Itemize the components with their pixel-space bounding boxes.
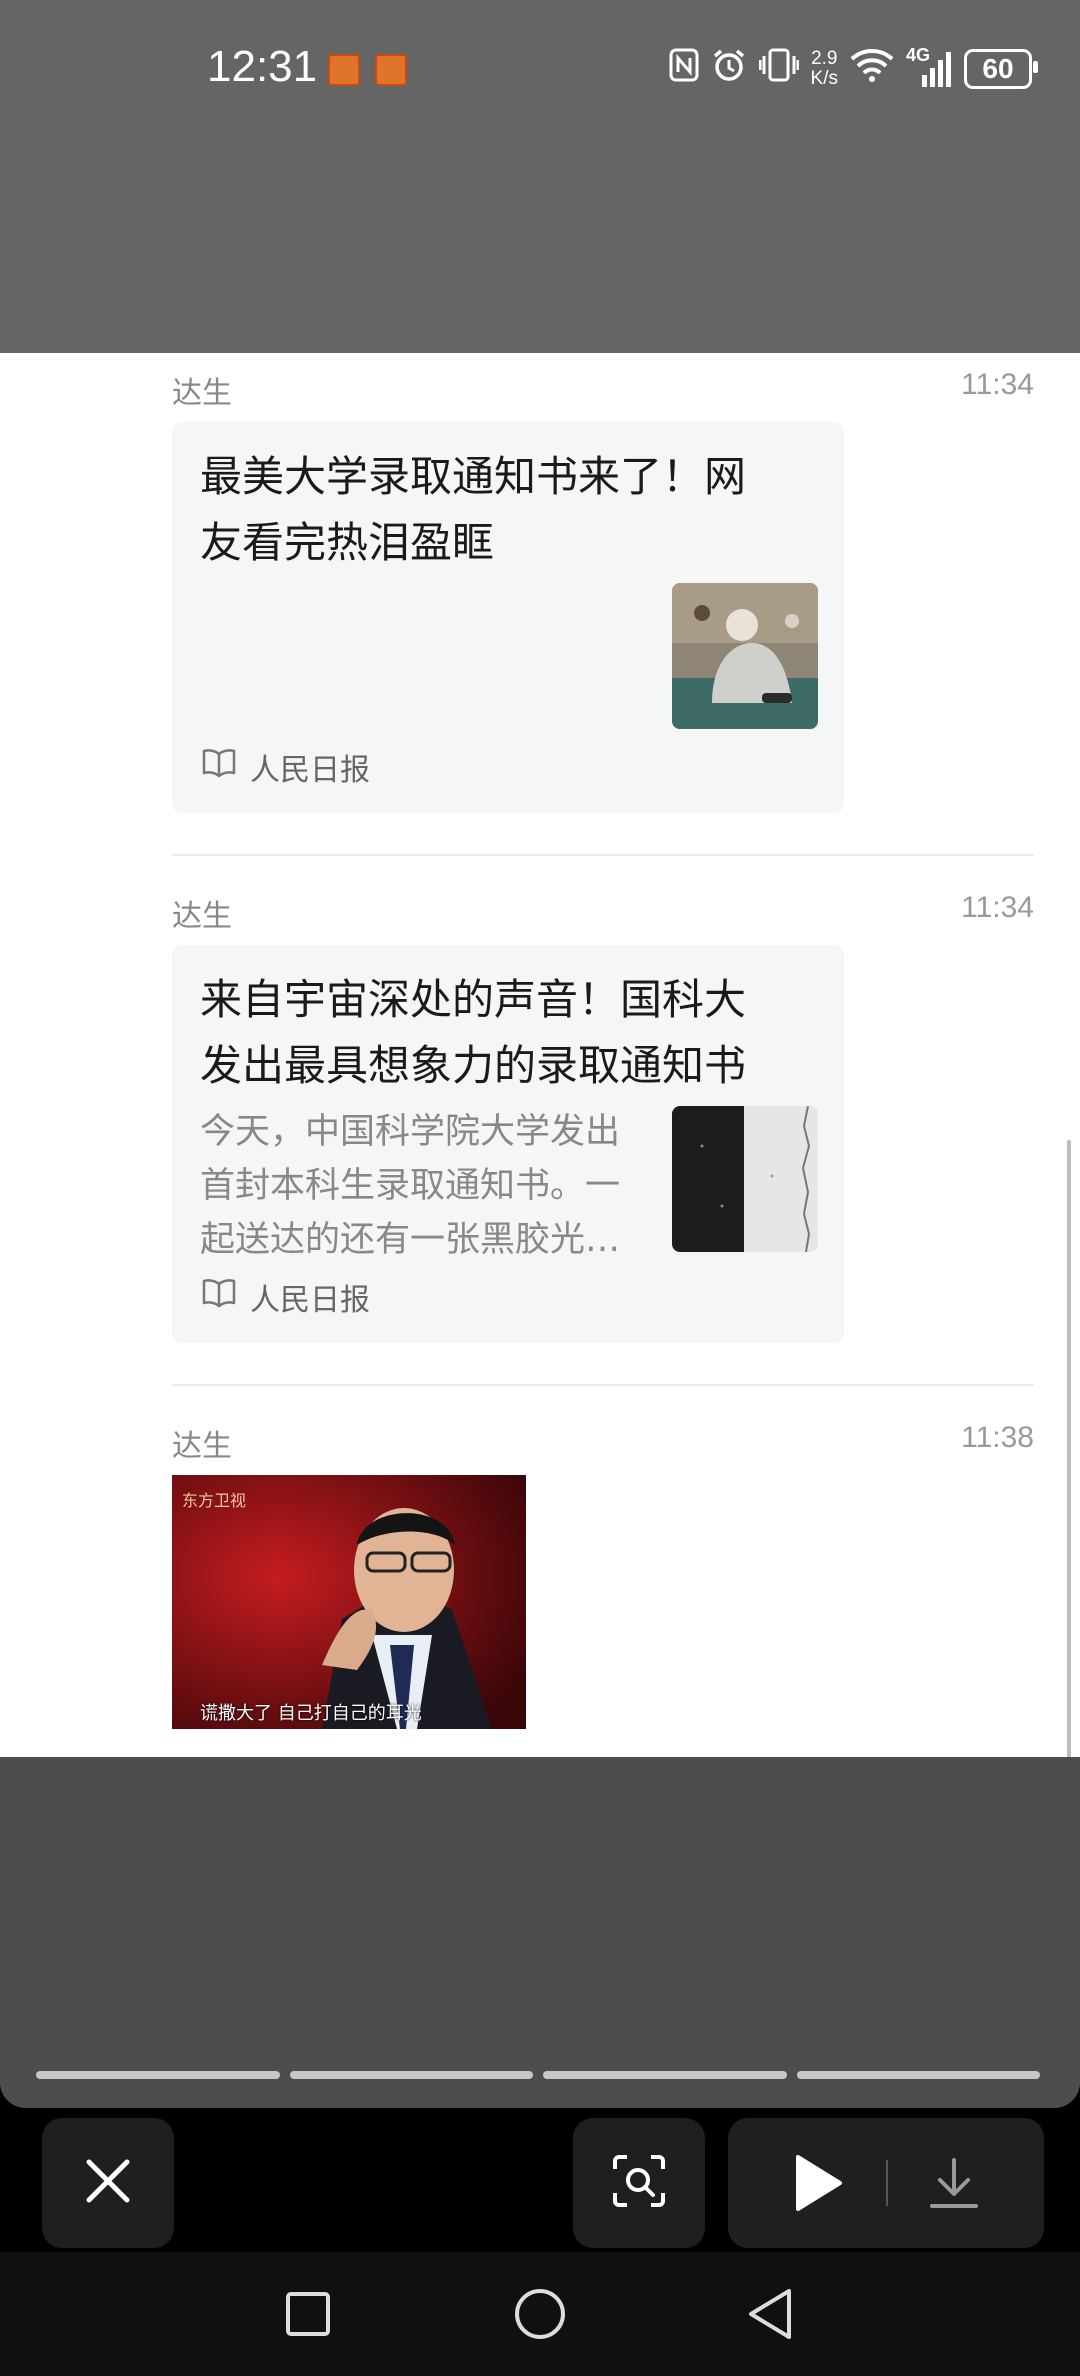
status-icons: 2.9 K/s 4G 60 [669, 44, 1038, 94]
message-divider [172, 1384, 1034, 1386]
close-icon [85, 2158, 131, 2208]
wifi-icon [850, 47, 894, 91]
message-time: 11:34 [961, 368, 1034, 401]
home-button[interactable] [508, 2282, 572, 2346]
message-time: 11:38 [961, 1421, 1034, 1454]
scan-icon [611, 2153, 667, 2213]
network-speed: 2.9 K/s [810, 48, 838, 89]
download-button[interactable] [928, 2156, 980, 2214]
app-notification-icon [328, 54, 360, 86]
app-notification-icon [375, 54, 407, 86]
chat-message: 达生 11:38 东方卫视 谎撒大了 自己打自己的耳光 [172, 1406, 1034, 1736]
back-triangle-icon [749, 2289, 791, 2339]
article-source: 人民日报 [202, 747, 370, 788]
download-icon [930, 2158, 978, 2208]
scrollbar[interactable] [1067, 1140, 1071, 1758]
dimmed-bottom-area [0, 1757, 1080, 2108]
chat-message: 达生 11:34 最美大学录取通知书来了！网 友看完热泪盈眶 人民日报 [172, 353, 1034, 813]
article-description: 今天，中国科学院大学发出 首封本科生录取通知书。一 起送达的还有一张黑胶光… [200, 1112, 621, 1260]
page-indicator-segment [543, 2071, 787, 2079]
circle-icon [515, 2289, 565, 2339]
video-channel-logo: 东方卫视 [182, 1491, 247, 1510]
nfc-icon [669, 48, 699, 90]
play-icon [796, 2155, 842, 2211]
close-button[interactable] [42, 2118, 174, 2248]
article-source: 人民日报 [202, 1277, 370, 1318]
alarm-icon [711, 47, 747, 91]
scan-button[interactable] [573, 2118, 705, 2248]
message-time: 11:34 [961, 891, 1034, 924]
video-caption: 谎撒大了 自己打自己的耳光 [200, 1703, 422, 1724]
battery-icon: 60 [964, 49, 1038, 89]
article-title: 最美大学录取通知书来了！网 友看完热泪盈眶 [200, 452, 747, 567]
article-card[interactable]: 最美大学录取通知书来了！网 友看完热泪盈眶 人民日报 [172, 422, 844, 813]
system-navigation-bar [0, 2252, 1080, 2376]
message-divider [172, 854, 1034, 856]
status-bar: 12:31 2.9 K/s 4G 60 [0, 0, 1080, 140]
article-title: 来自宇宙深处的声音！国科大 发出最具想象力的录取通知书 [200, 975, 747, 1090]
status-time: 12:31 [207, 42, 318, 91]
page-indicator-segment [796, 2071, 1040, 2079]
media-controls [728, 2118, 1044, 2248]
chat-message: 达生 11:34 来自宇宙深处的声音！国科大 发出最具想象力的录取通知书 今天，… [172, 876, 1034, 1343]
book-icon [202, 748, 236, 786]
back-button[interactable] [738, 2282, 802, 2346]
chat-history-panel[interactable]: 达生 11:34 最美大学录取通知书来了！网 友看完热泪盈眶 人民日报 达生 1… [0, 353, 1080, 1758]
message-sender: 达生 [172, 899, 232, 934]
message-sender: 达生 [172, 376, 232, 411]
square-icon [286, 2292, 330, 2336]
message-sender: 达生 [172, 1429, 232, 1464]
video-thumbnail[interactable]: 东方卫视 谎撒大了 自己打自己的耳光 [172, 1475, 526, 1729]
viewer-screen: 12:31 2.9 K/s 4G 60 达生 11:34 最美大学录取通知书来了… [0, 0, 1080, 2108]
vibrate-icon [758, 48, 800, 90]
page-indicator-segment [36, 2071, 280, 2079]
page-indicator [36, 2071, 1040, 2079]
book-icon [202, 1278, 236, 1316]
article-card[interactable]: 来自宇宙深处的声音！国科大 发出最具想象力的录取通知书 今天，中国科学院大学发出… [172, 945, 844, 1343]
recents-button[interactable] [276, 2282, 340, 2346]
separator [886, 2160, 888, 2206]
signal-icon: 4G [906, 45, 952, 89]
article-thumbnail [672, 583, 818, 729]
page-indicator-segment [289, 2071, 533, 2079]
play-button[interactable] [792, 2153, 844, 2217]
article-thumbnail [672, 1106, 818, 1252]
